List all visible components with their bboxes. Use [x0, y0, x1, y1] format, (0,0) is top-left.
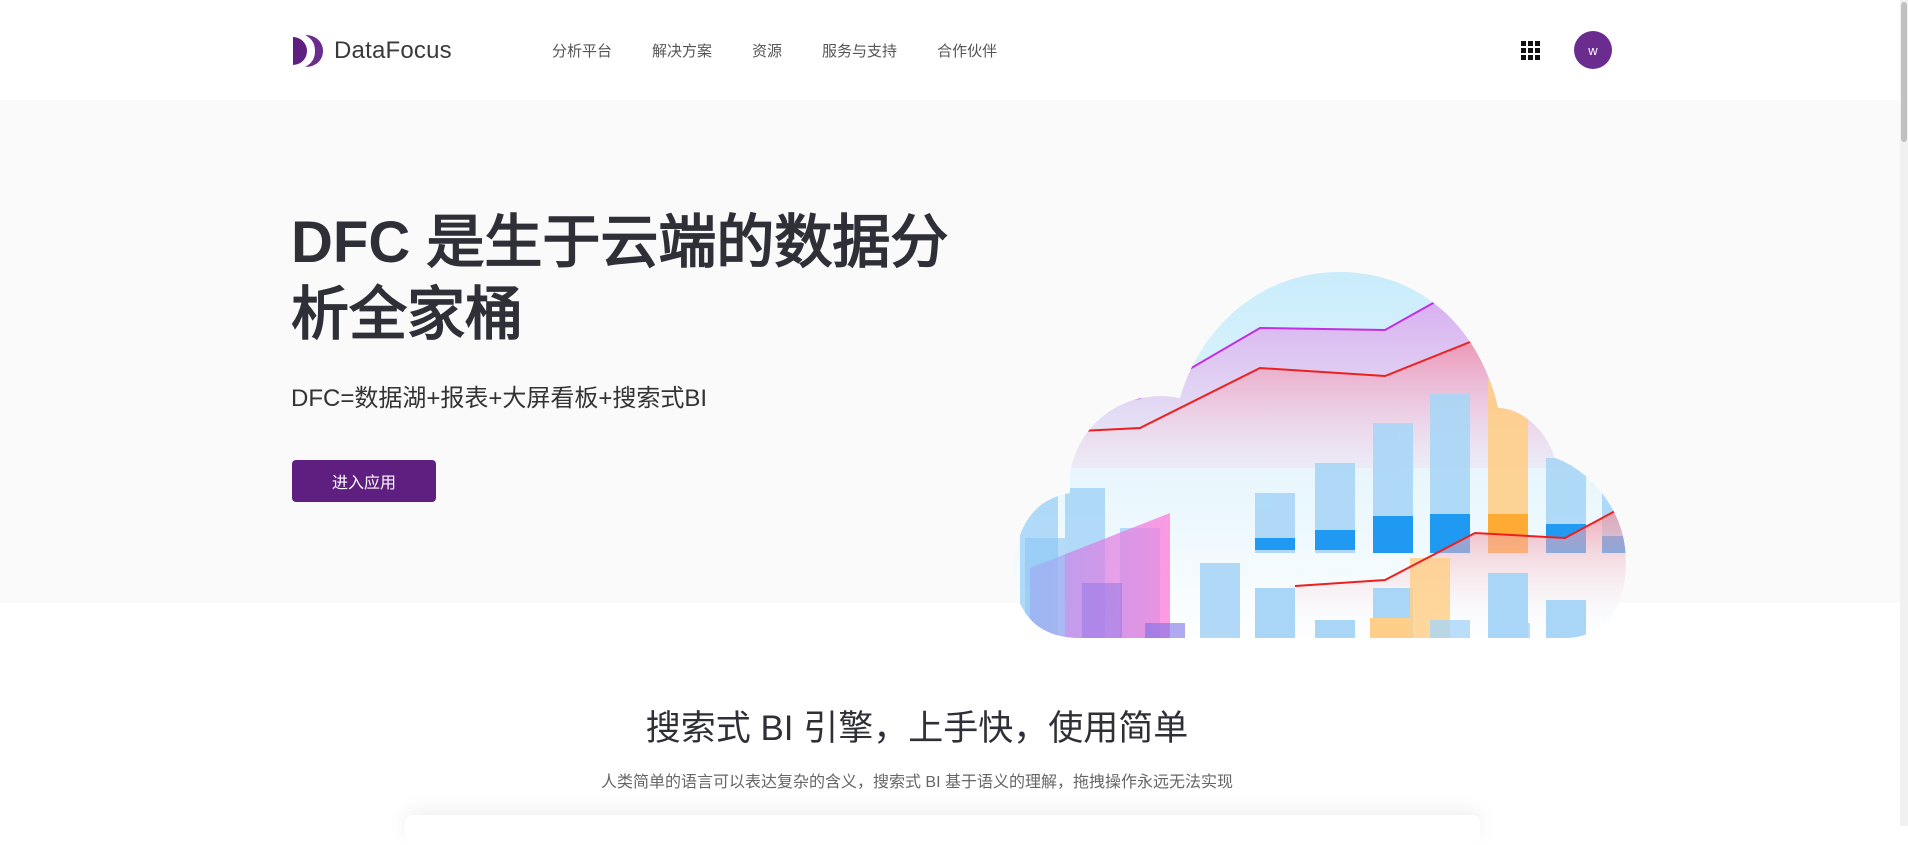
hero-subtitle: DFC=数据湖+报表+大屏看板+搜索式BI — [291, 385, 708, 412]
enter-app-button[interactable]: 进入应用 — [292, 460, 436, 502]
top-navigation-bar: DataFocus 分析平台 解决方案 资源 服务与支持 合作伙伴 w — [0, 0, 1908, 100]
nav-item-resources[interactable]: 资源 — [752, 40, 782, 61]
hero-section: DFC 是生于云端的数据分析全家桶 DFC=数据湖+报表+大屏看板+搜索式BI … — [0, 100, 1908, 638]
grid-apps-icon[interactable] — [1521, 41, 1540, 60]
cloud-chart-illustration — [1013, 272, 1626, 638]
brand-name: DataFocus — [334, 37, 452, 64]
nav-item-analysis-platform[interactable]: 分析平台 — [552, 40, 612, 61]
user-avatar[interactable]: w — [1574, 31, 1612, 69]
scrollbar-thumb[interactable] — [1901, 2, 1907, 142]
nav-item-service-support[interactable]: 服务与支持 — [822, 40, 897, 61]
hero-title: DFC 是生于云端的数据分析全家桶 — [291, 210, 949, 347]
brand-logo[interactable]: DataFocus — [291, 33, 452, 69]
content-card-edge — [405, 815, 1480, 845]
page-scrollbar[interactable] — [1900, 0, 1908, 826]
main-nav: 分析平台 解决方案 资源 服务与支持 合作伙伴 — [552, 40, 1037, 61]
section-title: 搜索式 BI 引擎，上手快，使用简单 — [645, 709, 1189, 748]
section-subtitle: 人类简单的语言可以表达复杂的含义，搜索式 BI 基于语义的理解，拖拽操作永远无法… — [600, 774, 1233, 791]
nav-item-partners[interactable]: 合作伙伴 — [937, 40, 997, 61]
nav-item-solutions[interactable]: 解决方案 — [652, 40, 712, 61]
datafocus-logo-icon — [293, 35, 323, 67]
